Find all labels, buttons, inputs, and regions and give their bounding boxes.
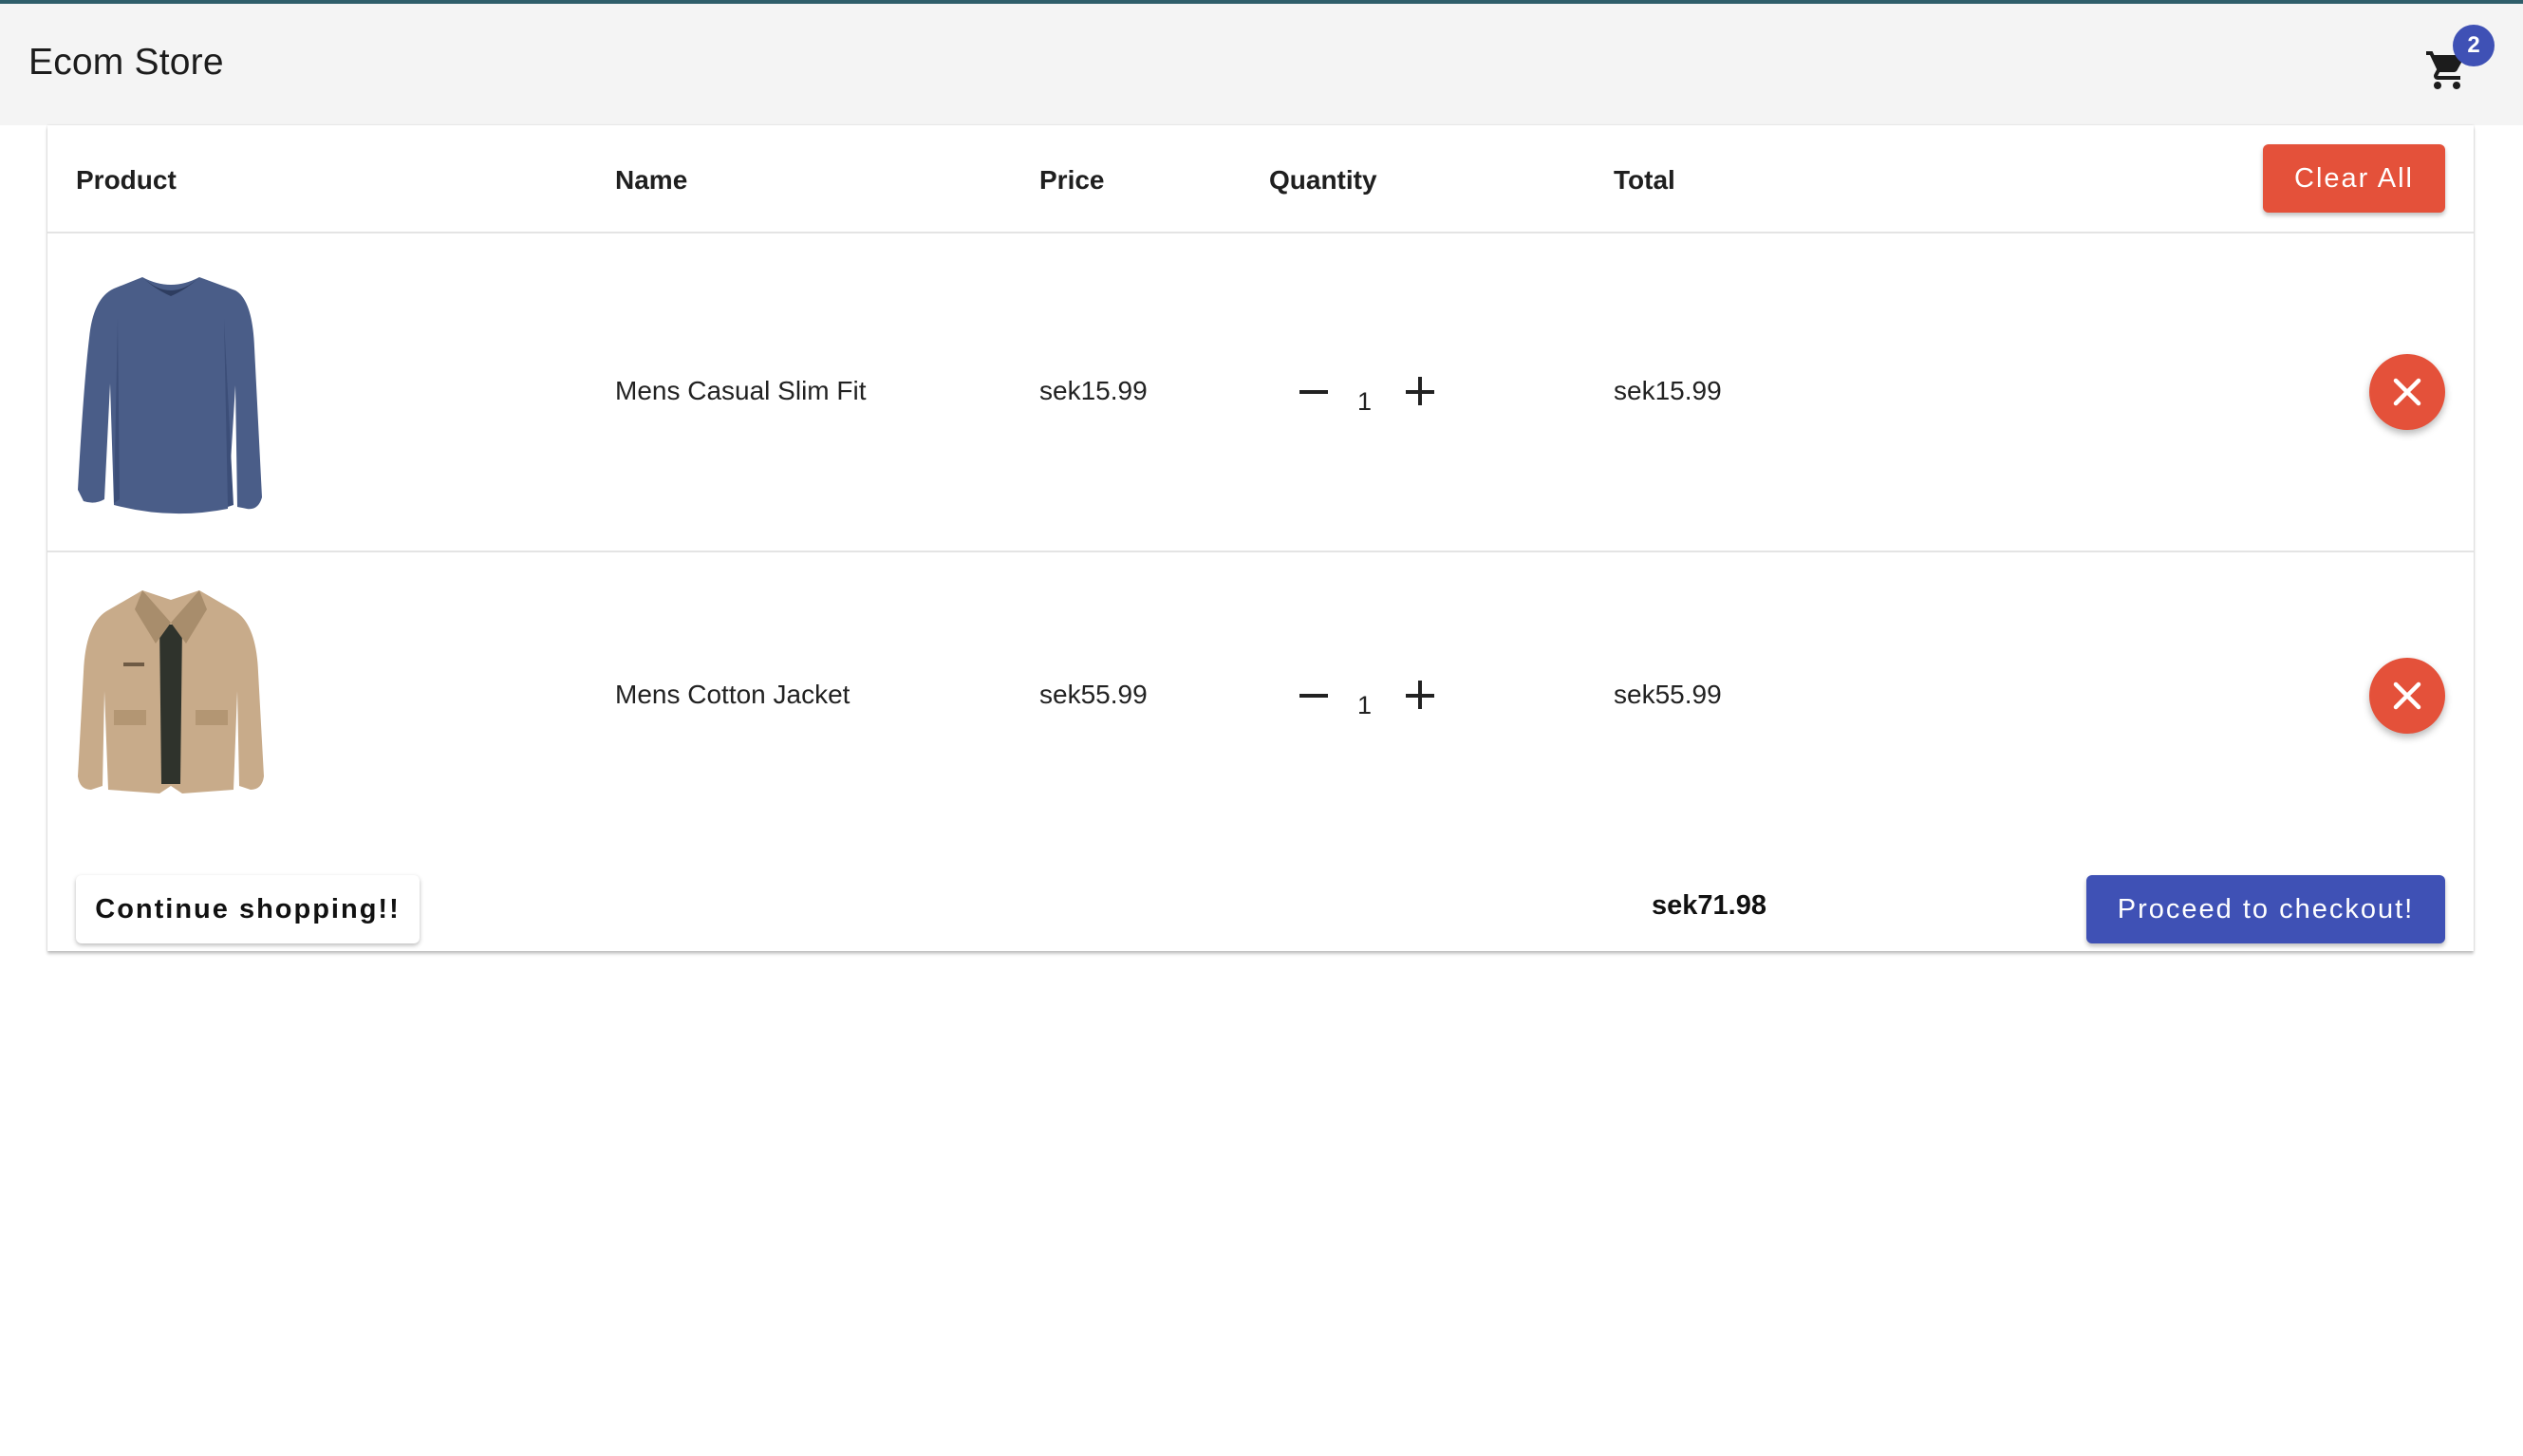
header-product: Product [76,165,177,195]
table-row: Mens Casual Slim Fit sek15.99 1 sek15.99 [47,233,2474,552]
close-icon [2393,378,2421,406]
remove-item-button[interactable] [2369,354,2445,430]
cart-button[interactable]: 2 [2419,25,2495,97]
cart-count-badge: 2 [2453,25,2495,66]
item-name: Mens Casual Slim Fit [615,376,867,405]
product-image-shirt [78,277,262,514]
store-title[interactable]: Ecom Store [28,42,224,84]
remove-item-button[interactable] [2369,658,2445,734]
item-total: sek15.99 [1614,376,1722,405]
increase-quantity-button[interactable] [1397,368,1443,414]
header-quantity: Quantity [1269,165,1377,195]
header-price: Price [1039,165,1105,195]
header-total: Total [1614,165,1675,195]
cart-table: Product Name Price Quantity Total Clear … [47,125,2474,951]
close-icon [2393,681,2421,710]
cart-footer: Continue shopping!! sek71.98 Proceed to … [47,837,2474,951]
checkout-button[interactable]: Proceed to checkout! [2086,875,2445,943]
item-price: sek15.99 [1039,376,1148,405]
item-total: sek55.99 [1614,680,1722,709]
decrease-quantity-button[interactable] [1291,368,1336,414]
item-quantity: 1 [1357,387,1373,416]
item-quantity: 1 [1357,691,1373,719]
decrease-quantity-button[interactable] [1291,672,1336,718]
product-image-jacket [78,590,264,793]
header-name: Name [615,165,688,195]
item-price: sek55.99 [1039,680,1148,709]
continue-shopping-button[interactable]: Continue shopping!! [76,875,420,943]
table-header-row: Product Name Price Quantity Total Clear … [47,125,2474,233]
item-name: Mens Cotton Jacket [615,680,850,709]
grand-total: sek71.98 [1652,890,1766,921]
clear-all-button[interactable]: Clear All [2263,144,2445,213]
table-row: Mens Cotton Jacket sek55.99 1 sek55.99 [47,552,2474,837]
increase-quantity-button[interactable] [1397,672,1443,718]
app-bar: Ecom Store 2 [0,4,2523,125]
